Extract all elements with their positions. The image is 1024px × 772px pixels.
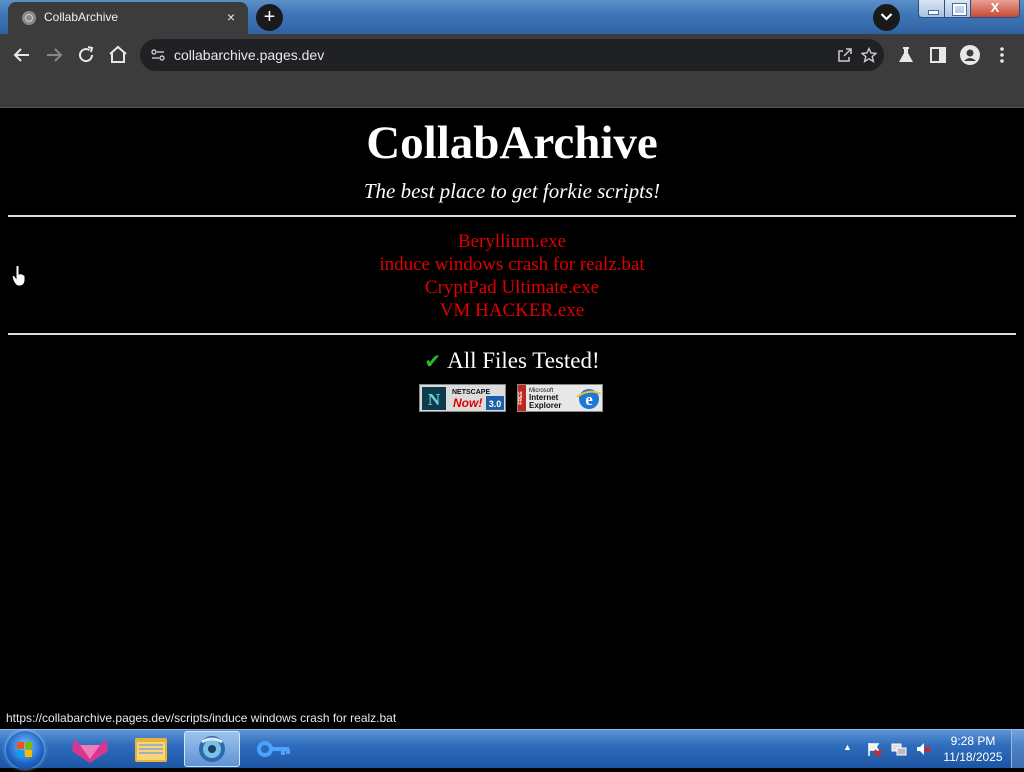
page-title: CollabArchive: [366, 117, 658, 169]
show-hidden-icons-button[interactable]: ▲: [843, 742, 852, 752]
window-restore-button[interactable]: [944, 0, 971, 18]
profile-icon: [960, 45, 980, 65]
file-link-induce-crash[interactable]: induce windows crash for realz.bat: [0, 253, 1024, 276]
bookmarks-bar: [0, 76, 1024, 108]
address-bar[interactable]: collabarchive.pages.dev: [140, 39, 884, 71]
divider-top: [8, 215, 1016, 217]
network-icon[interactable]: [891, 741, 907, 757]
globe-icon: [22, 11, 36, 25]
windows-taskbar: ▲ 9:28 PM 11/18/2025: [0, 729, 1024, 769]
netscape-brand: NETSCAPE: [452, 389, 490, 396]
menu-button[interactable]: [990, 43, 1014, 67]
netscape-logo-letter: N: [428, 390, 441, 409]
show-desktop-button[interactable]: [1011, 730, 1024, 768]
netscape-version: 3.0: [489, 399, 502, 409]
tested-text: All Files Tested!: [447, 348, 600, 373]
more-vert-icon: [1000, 47, 1004, 63]
browser-globe-icon: [199, 736, 225, 762]
windows-logo-icon: [17, 742, 33, 758]
internet-explorer-logo-icon: FREE Microsoft Internet Explorer e: [518, 385, 602, 411]
side-panel-button[interactable]: [926, 43, 950, 67]
profile-button[interactable]: [958, 43, 982, 67]
fox-app-icon: [72, 739, 108, 763]
new-tab-button[interactable]: +: [256, 4, 283, 31]
tab-collabarchive[interactable]: CollabArchive ×: [8, 2, 248, 34]
tab-title: CollabArchive: [44, 10, 119, 24]
site-info-icon[interactable]: [150, 47, 166, 68]
share-icon[interactable]: [837, 47, 853, 68]
page-content: CollabArchive The best place to get fork…: [0, 108, 1024, 729]
link-status-bar: https://collabarchive.pages.dev/scripts/…: [0, 708, 403, 728]
file-link-vm-hacker[interactable]: VM HACKER.exe: [0, 299, 1024, 322]
start-button[interactable]: [6, 731, 44, 769]
clock-time[interactable]: 9:28 PM: [938, 734, 1008, 748]
window-close-button[interactable]: X: [970, 0, 1020, 18]
netscape-slogan: Now!: [453, 396, 482, 410]
labs-button[interactable]: [894, 43, 918, 67]
volume-muted-icon[interactable]: [915, 741, 931, 757]
taskbar-app-file-explorer[interactable]: [123, 731, 179, 767]
action-center-flag-icon[interactable]: [866, 741, 882, 757]
back-arrow-icon: [13, 48, 29, 62]
forward-button[interactable]: [42, 43, 66, 67]
browser-toolbar: collabarchive.pages.dev: [0, 34, 1024, 76]
netscape-now-badge[interactable]: N NETSCAPE Now! 3.0: [419, 384, 506, 412]
back-button[interactable]: [10, 43, 34, 67]
divider-bottom: [8, 333, 1016, 335]
internet-explorer-badge[interactable]: FREE Microsoft Internet Explorer e: [517, 384, 603, 412]
tab-search-button[interactable]: [873, 4, 900, 31]
flask-icon: [899, 47, 913, 62]
bookmark-star-icon[interactable]: [860, 46, 878, 68]
home-button[interactable]: [106, 43, 130, 67]
checkmark-icon: ✔: [424, 351, 442, 373]
key-icon: [257, 741, 290, 757]
clock-date[interactable]: 11/18/2025: [938, 750, 1008, 764]
tested-notice: ✔ All Files Tested!: [0, 348, 1024, 374]
forward-arrow-icon: [47, 48, 63, 62]
browser-titlebar: CollabArchive × + X: [0, 0, 1024, 34]
home-icon: [109, 45, 127, 63]
chevron-down-icon: [880, 13, 893, 21]
hand-cursor-icon: [11, 265, 26, 287]
reload-icon: [79, 46, 94, 63]
page-tagline: The best place to get forkie scripts!: [363, 179, 661, 203]
file-link-beryllium[interactable]: Beryllium.exe: [0, 230, 1024, 253]
tab-close-button[interactable]: ×: [222, 8, 240, 26]
file-link-cryptpad[interactable]: CryptPad Ultimate.exe: [0, 276, 1024, 299]
taskbar-app-key[interactable]: [245, 731, 301, 767]
ie-side-label: FREE: [518, 391, 524, 405]
side-panel-icon: [930, 47, 946, 63]
url-text[interactable]: collabarchive.pages.dev: [174, 47, 324, 63]
netscape-logo-icon: N NETSCAPE Now! 3.0: [422, 387, 504, 410]
taskbar-app-browser[interactable]: [184, 731, 240, 767]
ie-line3: Explorer: [529, 401, 561, 410]
taskbar-app-gitlab[interactable]: [62, 731, 118, 767]
folder-icon: [135, 738, 167, 762]
file-list: Beryllium.exe induce windows crash for r…: [0, 230, 1024, 322]
window-minimize-button[interactable]: [918, 0, 945, 18]
reload-button[interactable]: [74, 43, 98, 67]
